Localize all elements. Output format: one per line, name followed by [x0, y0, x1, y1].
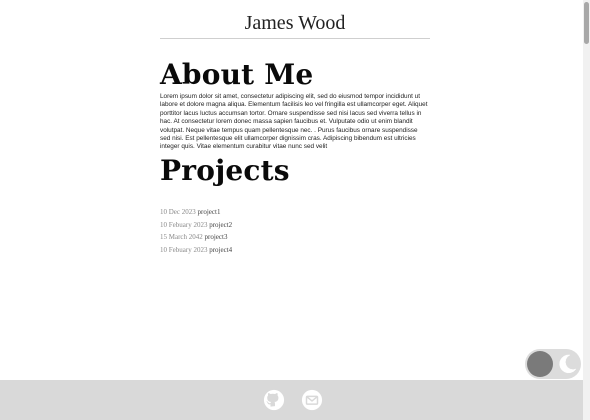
project-link[interactable]: project4	[209, 246, 232, 254]
project-date: 10 Dec 2023	[160, 208, 196, 216]
project-date: 10 Febuary 2023	[160, 220, 208, 229]
about-paragraph: Lorem ipsum dolor sit amet, consectetur …	[160, 93, 428, 151]
toggle-knob	[527, 351, 553, 377]
scrollbar[interactable]	[583, 0, 590, 420]
header-divider	[160, 38, 430, 39]
site-title[interactable]: James Wood	[160, 12, 430, 35]
project-link[interactable]: project2	[209, 221, 232, 229]
scrollbar-thumb[interactable]	[584, 2, 589, 44]
project-item: 10 Dec 2023 project1	[160, 208, 430, 221]
project-link[interactable]: project3	[205, 233, 228, 241]
project-link[interactable]: project1	[198, 208, 221, 216]
github-icon[interactable]	[263, 389, 285, 411]
project-date: 15 March 2042	[160, 233, 203, 242]
page: James Wood About Me Lorem ipsum dolor si…	[0, 0, 590, 420]
about-heading: About Me	[160, 58, 314, 91]
project-date: 10 Febuary 2023	[160, 245, 208, 254]
project-item: 10 Febuary 2023 project2	[160, 221, 430, 234]
moon-icon	[559, 354, 577, 374]
mail-icon[interactable]	[301, 389, 323, 411]
projects-heading: Projects	[160, 154, 290, 187]
project-list: 10 Dec 2023 project1 10 Febuary 2023 pro…	[160, 208, 430, 258]
footer	[0, 380, 590, 420]
project-item: 10 Febuary 2023 project4	[160, 246, 430, 259]
theme-toggle[interactable]	[525, 349, 581, 379]
project-item: 15 March 2042 project3	[160, 233, 430, 246]
